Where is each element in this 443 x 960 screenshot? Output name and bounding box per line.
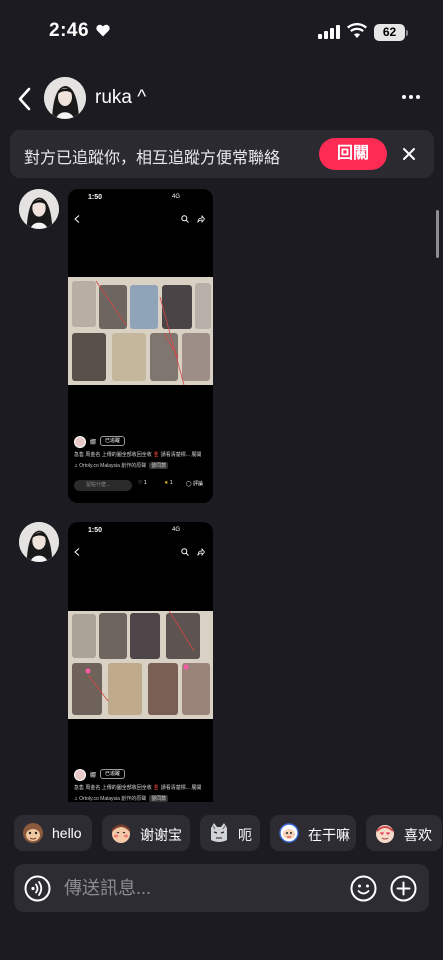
card-time: 1:50 xyxy=(88,194,103,201)
card-followed-badge: 已追蹤 xyxy=(100,436,126,446)
card-user-name: 娜 xyxy=(90,773,97,779)
message-composer xyxy=(14,864,429,912)
card-time: 1:50 xyxy=(88,527,103,534)
card-status-bar: 1:50 4G xyxy=(68,522,213,542)
quick-reply-chip[interactable]: 在干嘛 xyxy=(270,815,356,851)
card-user-avatar xyxy=(74,769,86,781)
card-photo xyxy=(68,611,213,719)
voice-message-icon[interactable] xyxy=(24,875,51,902)
header-avatar[interactable] xyxy=(44,77,86,119)
card-search-icon xyxy=(181,548,189,556)
banner-text: 對方已追蹤你，相互追蹤方便常聯絡 xyxy=(24,150,281,167)
scrollbar[interactable] xyxy=(436,210,439,258)
card-user-row: 娜 已追蹤 xyxy=(68,435,213,449)
card-nav-bar xyxy=(68,544,213,560)
card-caption: 急售 周金名 上傳的圖全部收回全收 ‼️ 請看清楚標... 展開 xyxy=(74,452,202,458)
shared-post-card[interactable]: 1:50 4G 娜 已追蹤 急售 周金名 上傳的圖全部收回全收 ‼️ 請看清楚標… xyxy=(68,189,213,503)
card-user-name: 娜 xyxy=(90,440,97,446)
wifi-icon xyxy=(347,23,367,38)
card-music-badge: 發同款 xyxy=(149,795,169,802)
card-favorite-value: 1 xyxy=(169,480,173,486)
card-music-badge: 發同款 xyxy=(149,462,169,469)
card-music: ♫ Ortoly.co Malaysia 創作的原聲 發同款 xyxy=(74,462,169,469)
peeking-face-icon xyxy=(279,823,299,843)
message-row: 1:50 4G 娜 已追蹤 急售 周金名 上傳的圖全部收回全收 ‼️ 請看清楚標… xyxy=(0,522,443,802)
card-share-icon xyxy=(197,548,205,556)
card-status-bar: 1:50 4G xyxy=(68,189,213,209)
card-back-icon xyxy=(74,215,80,223)
card-photo xyxy=(68,277,213,385)
card-like-value: 1 xyxy=(143,480,147,486)
follow-back-button[interactable]: 回關 xyxy=(319,138,387,170)
plus-icon[interactable] xyxy=(390,875,417,902)
emoji-icon[interactable] xyxy=(350,875,377,902)
quick-reply-bar: hello 谢谢宝 呃 在干嘛 喜欢 xyxy=(14,815,443,853)
follow-back-banner: 對方已追蹤你，相互追蹤方便常聯絡 回關 xyxy=(10,130,434,178)
status-time: 2:46 xyxy=(49,20,90,41)
card-user-avatar xyxy=(74,436,86,448)
sender-avatar[interactable] xyxy=(19,522,59,562)
quick-reply-label: hello xyxy=(52,825,82,841)
battery-indicator: 62 xyxy=(374,24,405,41)
blushing-face-icon xyxy=(112,824,130,843)
cellular-signal-icon xyxy=(318,25,340,39)
card-share-icon xyxy=(197,215,205,223)
cat-face-icon xyxy=(211,823,227,842)
card-favorite-count: ★ 1 xyxy=(164,480,173,486)
chat-header: ruka ^ xyxy=(0,72,443,126)
card-action-row: 留點什麼... ♡ 1 ★ 1 ◯ 評論 xyxy=(68,478,213,492)
card-followed-badge: 已追蹤 xyxy=(100,769,126,779)
card-comment-button: ◯ 評論 xyxy=(186,481,204,487)
quick-reply-label: 谢谢宝 xyxy=(140,827,182,843)
card-music-text: ♫ Ortoly.co Malaysia 創作的原聲 xyxy=(74,796,147,802)
card-back-icon xyxy=(74,548,80,556)
card-network: 4G xyxy=(172,194,181,200)
monkey-icon xyxy=(23,823,43,843)
card-music-text: ♫ Ortoly.co Malaysia 創作的原聲 xyxy=(74,463,147,469)
quick-reply-chip[interactable]: 喜欢 xyxy=(366,815,442,851)
card-like-count: ♡ 1 xyxy=(138,480,147,486)
card-comment-input: 留點什麼... xyxy=(74,480,132,491)
shared-post-card[interactable]: 1:50 4G 娜 已追蹤 急售 周金名 上傳的圖全部收回全收 ‼️ 請看清楚標… xyxy=(68,522,213,802)
heart-icon xyxy=(96,24,110,37)
close-icon[interactable] xyxy=(402,147,416,161)
more-options-icon[interactable] xyxy=(401,94,421,100)
message-row: 1:50 4G 娜 已追蹤 急售 周金名 上傳的圖全部收回全收 ‼️ 請看清楚標… xyxy=(0,189,443,503)
status-bar: 2:46 62 xyxy=(0,0,443,64)
quick-reply-chip[interactable]: hello xyxy=(14,815,92,851)
quick-reply-label: 呃 xyxy=(238,827,252,843)
heart-eyes-icon xyxy=(376,825,394,843)
battery-tip xyxy=(406,30,408,36)
card-caption: 急售 周金名 上傳的圖全部收回全收 ‼️ 請看清楚標... 展開 xyxy=(74,785,202,791)
card-search-icon xyxy=(181,215,189,223)
sender-avatar[interactable] xyxy=(19,189,59,229)
card-comment-label: 評論 xyxy=(193,481,204,487)
quick-reply-chip[interactable]: 谢谢宝 xyxy=(102,815,190,851)
quick-reply-label: 喜欢 xyxy=(404,827,432,843)
contact-name[interactable]: ruka ^ xyxy=(95,87,146,109)
card-music: ♫ Ortoly.co Malaysia 創作的原聲 發同款 xyxy=(74,795,169,802)
quick-reply-chip[interactable]: 呃 xyxy=(200,815,260,851)
message-input[interactable] xyxy=(64,872,334,904)
card-user-row: 娜 已追蹤 xyxy=(68,768,213,782)
quick-reply-label: 在干嘛 xyxy=(308,827,350,843)
back-arrow-icon[interactable] xyxy=(14,86,36,112)
card-nav-bar xyxy=(68,211,213,227)
card-network: 4G xyxy=(172,527,181,533)
